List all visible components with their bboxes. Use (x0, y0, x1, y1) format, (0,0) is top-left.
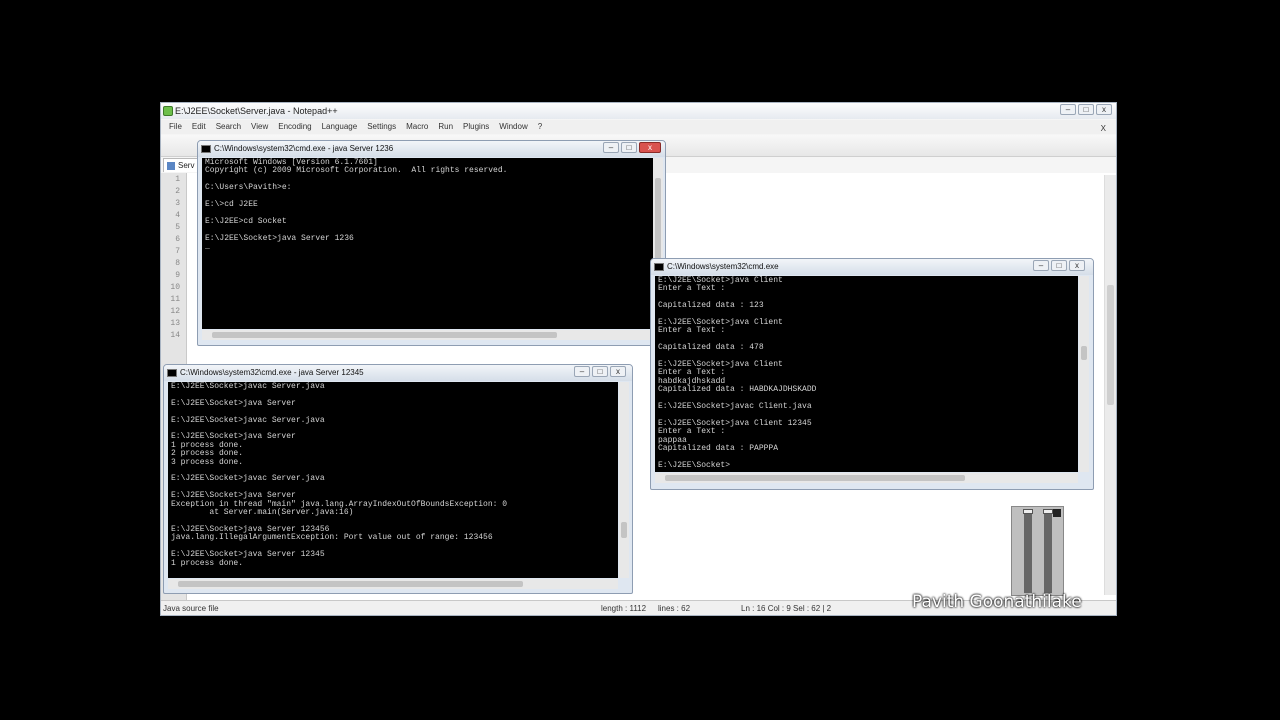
cmd1-maximize-button[interactable]: □ (621, 142, 637, 153)
menu-run[interactable]: Run (434, 120, 459, 134)
cmd1-console[interactable]: Microsoft Windows [Version 6.1.7601] Cop… (202, 158, 653, 329)
menu-macro[interactable]: Macro (402, 120, 434, 134)
scrollbar-thumb[interactable] (1107, 285, 1114, 405)
watermark: Pavith Goonathilake (912, 592, 1082, 612)
cmd2-vertical-scrollbar[interactable] (619, 382, 629, 578)
menu-search[interactable]: Search (212, 120, 247, 134)
status-position: Ln : 16 Col : 9 Sel : 62 | 2 (741, 604, 832, 613)
cmd1-window-controls: – □ x (603, 142, 661, 153)
notepad-minimize-button[interactable]: – (1060, 104, 1076, 115)
notepad-menu-bar: File Edit Search View Encoding Language … (161, 120, 1116, 134)
cmd1-horizontal-scrollbar[interactable] (202, 330, 653, 340)
cmd3-horizontal-scrollbar[interactable] (655, 473, 1078, 483)
menu-view[interactable]: View (247, 120, 274, 134)
line-number: 6 (175, 235, 180, 244)
mixer-close-icon[interactable] (1053, 509, 1061, 517)
cmd1-title-bar[interactable]: C:\Windows\system32\cmd.exe - java Serve… (198, 141, 665, 157)
menu-settings[interactable]: Settings (363, 120, 402, 134)
cmd1-close-button[interactable]: x (639, 142, 661, 153)
line-number: 12 (170, 307, 180, 316)
line-number: 7 (175, 247, 180, 256)
menu-file[interactable]: File (165, 120, 188, 134)
notepad-title: E:\J2EE\Socket\Server.java - Notepad++ (175, 106, 338, 116)
cmd-icon (167, 369, 177, 377)
cmd3-output: E:\J2EE\Socket>java Client Enter a Text … (658, 276, 817, 470)
cmd3-minimize-button[interactable]: – (1033, 260, 1049, 271)
line-number: 3 (175, 199, 180, 208)
document-close-icon[interactable]: X (1097, 122, 1112, 133)
line-number: 13 (170, 319, 180, 328)
cmd3-console[interactable]: E:\J2EE\Socket>java Client Enter a Text … (655, 276, 1078, 472)
line-number: 5 (175, 223, 180, 232)
status-filetype: Java source file (163, 604, 219, 613)
scrollbar-thumb[interactable] (1081, 346, 1087, 360)
cmd3-title-bar[interactable]: C:\Windows\system32\cmd.exe – □ x (651, 259, 1093, 275)
line-number: 8 (175, 259, 180, 268)
volume-slider-knob[interactable] (1023, 509, 1033, 514)
volume-track[interactable] (1024, 513, 1032, 593)
cmd3-maximize-button[interactable]: □ (1051, 260, 1067, 271)
line-number: 9 (175, 271, 180, 280)
menu-plugins[interactable]: Plugins (459, 120, 495, 134)
cmd-window-server-1236: C:\Windows\system32\cmd.exe - java Serve… (197, 140, 666, 346)
volume-mixer (1011, 506, 1064, 596)
volume-track[interactable] (1044, 513, 1052, 593)
notepad-app-icon (163, 106, 173, 116)
cmd3-close-button[interactable]: x (1069, 260, 1085, 271)
cmd2-maximize-button[interactable]: □ (592, 366, 608, 377)
line-number: 1 (175, 175, 180, 184)
cmd2-close-button[interactable]: x (610, 366, 626, 377)
cmd3-vertical-scrollbar[interactable] (1079, 276, 1089, 472)
cmd2-title-bar[interactable]: C:\Windows\system32\cmd.exe - java Serve… (164, 365, 632, 381)
scrollbar-thumb[interactable] (212, 332, 557, 338)
editor-vertical-scrollbar[interactable] (1104, 175, 1116, 595)
menu-window[interactable]: Window (495, 120, 533, 134)
cmd1-output: Microsoft Windows [Version 6.1.7601] Cop… (205, 158, 508, 252)
volume-slider-knob[interactable] (1043, 509, 1053, 514)
cmd2-horizontal-scrollbar[interactable] (168, 579, 618, 589)
notepad-title-bar[interactable]: E:\J2EE\Socket\Server.java - Notepad++ –… (161, 103, 1116, 119)
line-number: 11 (170, 295, 180, 304)
menu-help[interactable]: ? (534, 120, 548, 134)
line-number: 10 (170, 283, 180, 292)
line-number: 4 (175, 211, 180, 220)
cmd2-window-controls: – □ x (574, 366, 626, 377)
cmd-icon (654, 263, 664, 271)
cmd-icon (201, 145, 211, 153)
line-number: 2 (175, 187, 180, 196)
cmd3-title: C:\Windows\system32\cmd.exe (667, 262, 779, 271)
menu-encoding[interactable]: Encoding (274, 120, 317, 134)
file-icon (167, 162, 175, 170)
tab-label: Serv (178, 161, 195, 170)
cmd2-title: C:\Windows\system32\cmd.exe - java Serve… (180, 368, 364, 377)
line-number: 14 (170, 331, 180, 340)
scrollbar-thumb[interactable] (621, 522, 627, 538)
status-lines: lines : 62 (658, 604, 691, 613)
notepad-maximize-button[interactable]: □ (1078, 104, 1094, 115)
cmd3-window-controls: – □ x (1033, 260, 1085, 271)
cmd2-output: E:\J2EE\Socket>javac Server.java E:\J2EE… (171, 382, 508, 568)
scrollbar-thumb[interactable] (178, 581, 523, 587)
cmd-window-client: C:\Windows\system32\cmd.exe – □ x E:\J2E… (650, 258, 1094, 490)
cmd-window-server-12345: C:\Windows\system32\cmd.exe - java Serve… (163, 364, 633, 594)
scrollbar-thumb[interactable] (665, 475, 965, 481)
menu-language[interactable]: Language (318, 120, 364, 134)
notepad-close-button[interactable]: x (1096, 104, 1112, 115)
cmd1-minimize-button[interactable]: – (603, 142, 619, 153)
cmd2-minimize-button[interactable]: – (574, 366, 590, 377)
menu-edit[interactable]: Edit (188, 120, 212, 134)
status-length: length : 1112 (601, 604, 647, 613)
cmd2-console[interactable]: E:\J2EE\Socket>javac Server.java E:\J2EE… (168, 382, 618, 578)
cmd1-title: C:\Windows\system32\cmd.exe - java Serve… (214, 144, 394, 153)
notepad-window-controls: – □ x (1060, 104, 1112, 115)
